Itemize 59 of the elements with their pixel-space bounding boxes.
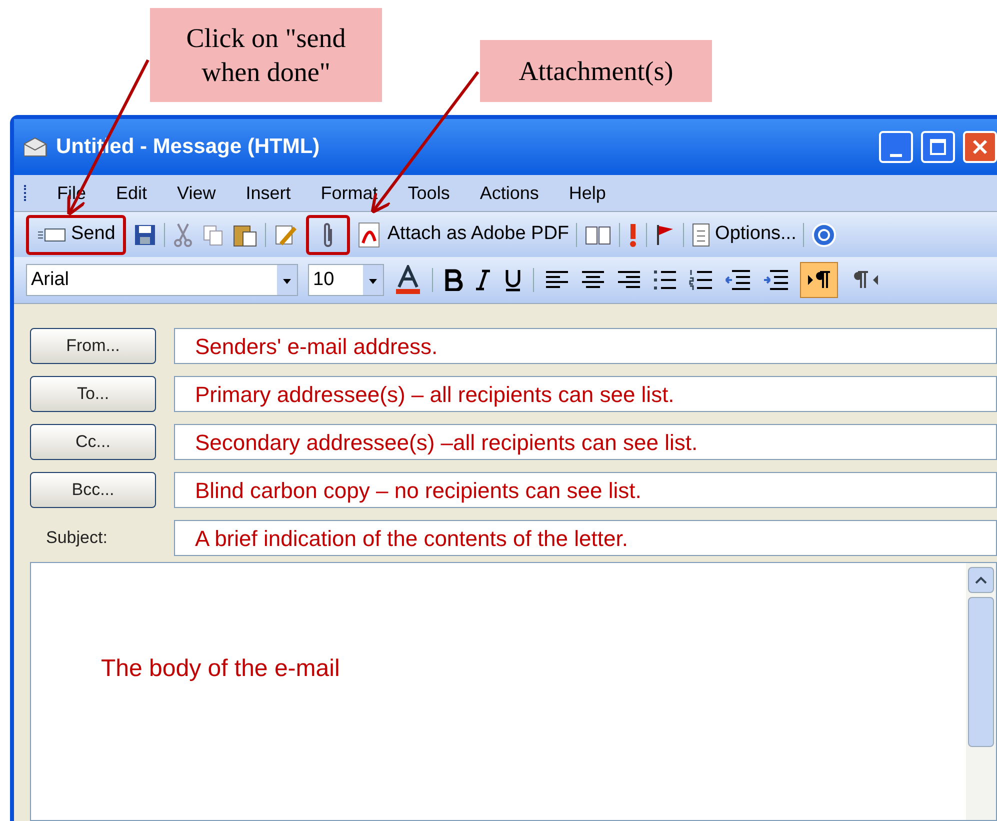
copy-icon[interactable] [201,222,226,246]
bold-icon[interactable] [443,269,463,291]
indent-icon[interactable] [762,269,790,291]
callout-text: Click on "send when done" [185,22,347,89]
input-field[interactable]: Primary addressee(s) – all recipients can see list. [174,376,997,412]
minimize-button[interactable] [879,131,913,163]
close-button[interactable] [963,131,997,163]
document-icon [691,222,712,248]
book-icon[interactable] [584,224,612,246]
scissors-icon[interactable] [172,222,194,248]
font-color-icon[interactable] [394,265,422,295]
send-button[interactable]: Send [26,214,126,254]
caret-icon [277,265,297,295]
input-field[interactable]: Blind carbon copy – no recipients can see list. [174,472,997,508]
bullets-icon[interactable] [652,269,678,291]
callout-text: Attachment(s) [518,54,674,88]
menu-item[interactable]: Actions [480,180,539,206]
input-field[interactable]: A brief indication of the contents of the letter. [174,520,997,556]
scroll-up-button[interactable] [968,567,994,593]
address-button[interactable]: Cc... [30,424,156,460]
underline-icon[interactable] [503,268,523,292]
size-dropdown[interactable]: 10 [308,264,384,296]
align-left-icon[interactable] [544,270,570,290]
field-label: Subject: [45,527,108,550]
paragraph-icon [854,270,880,290]
options-button[interactable]: Options... [691,214,796,254]
attach-pdf-button[interactable]: Attach as Adobe PDF [357,214,570,254]
italic-icon[interactable] [473,269,493,291]
scrollbar[interactable] [966,563,996,820]
save-icon[interactable] [133,222,158,246]
font-dropdown[interactable]: Arial [26,264,298,296]
paragraph-icon [806,270,832,290]
menu-item[interactable]: Tools [408,180,450,206]
scroll-thumb[interactable] [968,597,994,747]
menu-item[interactable]: View [177,180,216,206]
envelope-icon [22,136,48,158]
address-button[interactable]: To... [30,376,156,412]
address-button[interactable]: Bcc... [30,472,156,508]
menu-item[interactable]: Format [320,180,378,206]
input-field[interactable]: Senders' e-mail address. [174,328,997,364]
caret-icon [363,265,383,295]
body-text: The body of the e-mail [101,655,340,682]
help-icon[interactable] [811,222,838,248]
left-to-right-button[interactable] [800,262,838,298]
outdent-icon[interactable] [724,269,752,291]
message-body[interactable]: The body of the e-mail [30,562,997,821]
maximize-button[interactable] [921,131,955,163]
close-icon [972,139,988,155]
input-field[interactable]: Secondary addressee(s) –all recipients can see list. [174,424,997,460]
menu-item[interactable]: Help [568,180,606,206]
menu-item[interactable]: Edit [116,180,148,206]
paperclip-button[interactable] [306,214,350,254]
align-right-icon[interactable] [616,270,642,290]
menu-item[interactable]: Insert [246,180,291,206]
numbering-icon[interactable] [688,269,714,291]
align-center-icon[interactable] [580,270,606,290]
envelope-icon [37,226,67,242]
caret-up-icon [975,576,987,584]
address-button[interactable]: From... [30,328,156,364]
